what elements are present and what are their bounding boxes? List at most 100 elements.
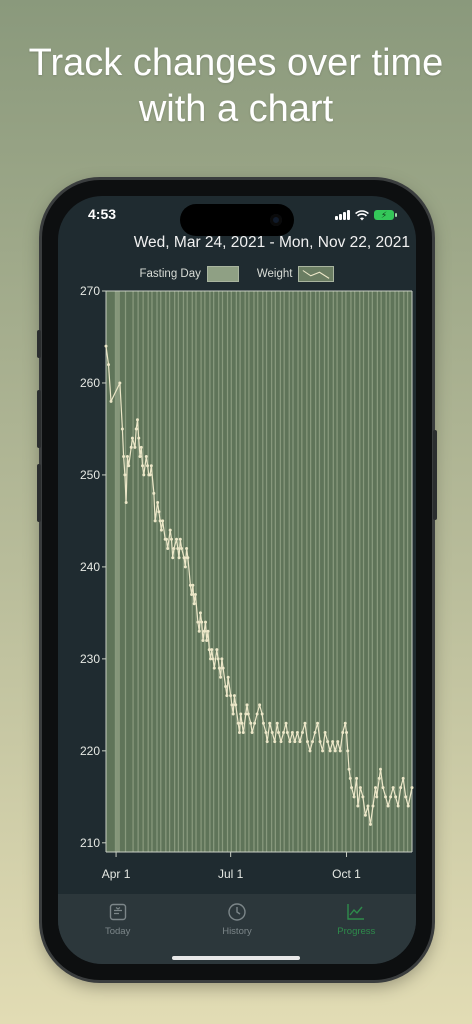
weight-point — [212, 666, 216, 670]
tab-today-label: Today — [104, 926, 131, 937]
fasting-day-band — [367, 291, 370, 852]
fasting-day-band — [118, 291, 120, 852]
fasting-day-band — [394, 291, 396, 852]
weight-point — [176, 547, 180, 551]
weight-point — [157, 510, 161, 514]
phone-frame: 4:53 ⚡ Wed, Mar 24, 2021 - Mon, Nov 22, … — [37, 180, 437, 980]
headline: Track changes over time with a chart — [28, 42, 444, 130]
fasting-day-band — [354, 291, 356, 852]
x-axis: Apr 1 Jul 1 Oct 1 — [102, 851, 412, 881]
y-tick-label: 230 — [80, 652, 100, 666]
weight-point — [198, 611, 202, 615]
weight-point — [323, 730, 327, 734]
fasting-day-band — [230, 291, 232, 852]
weight-point — [326, 740, 330, 744]
weight-point — [264, 730, 268, 734]
tab-history[interactable]: History — [192, 902, 282, 937]
weight-point — [146, 464, 150, 468]
weight-point — [123, 473, 127, 477]
fasting-day-band — [156, 291, 158, 852]
weight-point — [240, 721, 244, 725]
weight-point — [236, 721, 240, 725]
weight-point — [226, 675, 230, 679]
weight-point — [217, 666, 221, 670]
weight-point — [305, 740, 309, 744]
home-indicator — [172, 956, 300, 960]
fasting-day-band — [359, 291, 361, 852]
fasting-day-band — [327, 291, 329, 852]
weight-point — [347, 767, 351, 771]
fasting-day-band — [182, 291, 185, 852]
fasting-day-band — [274, 291, 276, 852]
weight-point — [282, 730, 286, 734]
weight-point — [295, 730, 299, 734]
weight-point — [127, 464, 131, 468]
fasting-day-band — [218, 291, 220, 852]
fasting-day-band — [406, 291, 409, 852]
weight-point — [129, 445, 133, 449]
fasting-day-band — [235, 291, 237, 852]
weight-point — [275, 721, 279, 725]
tab-today[interactable]: Today — [73, 902, 163, 937]
fasting-day-band — [306, 291, 308, 852]
weight-point — [303, 721, 307, 725]
weight-point — [169, 537, 173, 541]
weight-point — [166, 547, 170, 551]
weight-point — [152, 491, 156, 495]
weight-point — [298, 740, 302, 744]
fasting-day-band — [191, 291, 193, 852]
weight-point — [386, 804, 390, 808]
weight-point — [396, 804, 400, 808]
y-tick-label: 270 — [80, 284, 100, 298]
weight-point — [341, 730, 345, 734]
weight-point — [375, 795, 379, 799]
weight-point — [277, 730, 281, 734]
weight-point — [265, 740, 269, 744]
fasting-day-band — [204, 291, 206, 852]
weight-point — [144, 455, 148, 459]
fasting-day-band — [283, 291, 285, 852]
weight-point — [273, 740, 277, 744]
fasting-day-band — [165, 291, 167, 852]
weight-point — [219, 675, 223, 679]
fasting-day-band — [345, 291, 347, 852]
weight-point — [135, 418, 139, 422]
weight-point — [221, 666, 225, 670]
weight-point — [318, 740, 322, 744]
weight-point — [311, 740, 315, 744]
fasting-day-band — [213, 291, 215, 852]
weight-point — [231, 712, 235, 716]
fasting-day-band — [398, 291, 400, 852]
today-icon — [109, 903, 126, 921]
fasting-day-band — [332, 291, 334, 852]
weight-point — [336, 740, 340, 744]
fasting-day-band — [371, 291, 373, 852]
weight-point — [206, 629, 210, 633]
fasting-day-band — [310, 291, 312, 852]
fasting-day-band — [288, 291, 290, 852]
fasting-day-band — [292, 291, 294, 852]
weight-point — [137, 436, 141, 440]
weight-point — [224, 684, 228, 688]
weight-point — [138, 455, 142, 459]
weight-point — [148, 473, 152, 477]
fasting-day-band — [315, 291, 317, 852]
tab-progress[interactable]: Progress — [311, 902, 401, 937]
fasting-day-band — [362, 291, 365, 852]
fasting-day-band — [132, 291, 134, 852]
weight-point — [363, 813, 367, 817]
x-tick-label: Oct 1 — [332, 867, 361, 881]
weight-point — [186, 556, 190, 560]
fasting-day-band — [200, 291, 202, 852]
weight-point — [377, 776, 381, 780]
weight-point — [401, 776, 405, 780]
app-screen: 4:53 ⚡ Wed, Mar 24, 2021 - Mon, Nov 22, … — [58, 196, 416, 964]
weight-point — [410, 786, 414, 790]
weight-point — [197, 629, 201, 633]
weight-point — [178, 537, 182, 541]
weight-point — [328, 749, 332, 753]
weight-point — [361, 795, 365, 799]
weight-point — [338, 749, 342, 753]
weight-point — [124, 501, 128, 505]
fasting-day-band — [124, 291, 127, 852]
